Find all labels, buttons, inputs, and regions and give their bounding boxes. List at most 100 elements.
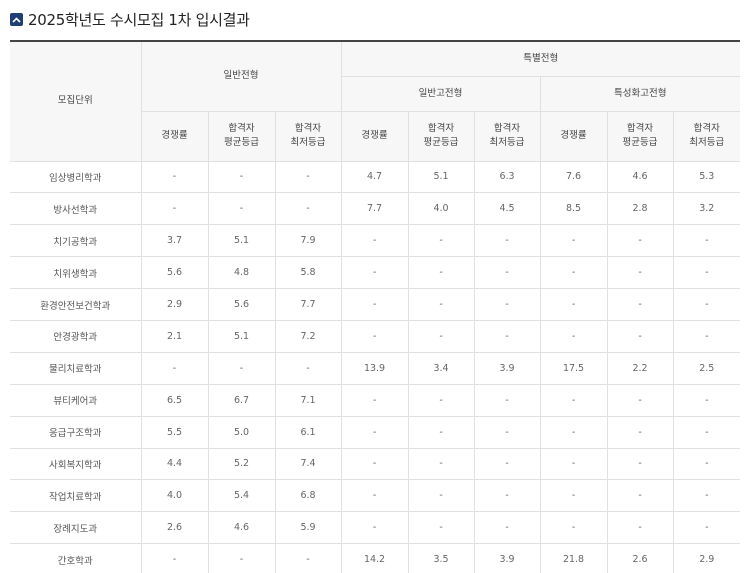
value-cell: - [407, 288, 475, 321]
value-cell: 7.6 [539, 160, 608, 194]
unit-cell: 사회복지학과 [10, 447, 142, 481]
value-cell: - [606, 288, 674, 321]
value-cell: 2.6 [606, 543, 674, 573]
value-cell: - [672, 224, 741, 258]
header-avg-grade: 합격자 평균등급 [207, 110, 276, 162]
value-cell: 4.8 [207, 256, 276, 290]
value-cell: - [340, 447, 409, 481]
value-cell: 4.7 [340, 160, 409, 194]
table-row: 임상병리학과 - - -4.7 5.1 6.3 7.6 4.6 5.3 [10, 160, 741, 194]
value-cell: 2.8 [606, 192, 674, 226]
page-title: 2025학년도 수시모집 1차 입시결과 [28, 10, 250, 29]
header-special-general: 일반고전형 [341, 75, 541, 112]
value-cell: - [606, 447, 674, 481]
value-cell: 7.4 [274, 447, 342, 481]
value-cell: - [473, 511, 541, 545]
unit-cell: 치위생학과 [10, 256, 142, 290]
header-min-grade: 합격자 최저등급 [274, 110, 342, 162]
value-cell: - [407, 511, 475, 545]
value-cell: 6.1 [274, 415, 342, 449]
unit-cell: 작업치료학과 [10, 479, 142, 513]
value-cell: - [539, 224, 608, 258]
value-cell: 5.0 [207, 415, 276, 449]
value-cell: 7.7 [340, 192, 409, 226]
value-cell: - [606, 415, 674, 449]
value-cell: - [207, 160, 276, 194]
value-cell: - [473, 256, 541, 290]
value-cell: 13.9 [340, 351, 409, 385]
unit-cell: 뷰티케어과 [10, 383, 142, 417]
header-special-specialized: 특성화고전형 [539, 75, 741, 112]
value-cell: 5.8 [274, 256, 342, 290]
value-cell: 6.7 [207, 383, 276, 417]
value-cell: - [473, 447, 541, 481]
value-cell: - [672, 479, 741, 513]
header-competition: 경쟁률 [539, 110, 608, 162]
value-cell: - [539, 447, 608, 481]
value-cell: - [407, 256, 475, 290]
value-cell: 4.6 [606, 160, 674, 194]
value-cell: 4.6 [207, 511, 276, 545]
unit-cell: 응급구조학과 [10, 415, 142, 449]
value-cell: 7.9 [274, 224, 342, 258]
value-cell: - [672, 511, 741, 545]
value-cell: 3.9 [473, 543, 541, 573]
value-cell: 3.5 [407, 543, 475, 573]
header-general: 일반전형 [140, 40, 342, 112]
header-avg-grade-line1: 합격자 [427, 123, 455, 134]
value-cell: - [340, 319, 409, 353]
value-cell: - [274, 543, 342, 573]
header-avg-grade-line1: 합격자 [626, 123, 654, 134]
table-row: 치위생학과 5.6 4.8 5.8- - - - - - [10, 256, 741, 290]
value-cell: - [672, 383, 741, 417]
value-cell: 4.0 [140, 479, 209, 513]
value-cell: - [274, 160, 342, 194]
header-min-grade-line1: 합격자 [294, 123, 322, 134]
value-cell: - [606, 224, 674, 258]
unit-cell: 환경안전보건학과 [10, 288, 142, 321]
value-cell: - [340, 511, 409, 545]
admission-results-table: 모집단위 일반전형 특별전형 일반고전형 특성화고전형 경쟁률 합격자 평균등급 합격… [10, 40, 741, 573]
value-cell: - [473, 479, 541, 513]
value-cell: - [340, 383, 409, 417]
value-cell: - [140, 192, 209, 226]
table-body: 임상병리학과 - - -4.7 5.1 6.3 7.6 4.6 5.3 방사선학과 - - -7.7 4.… [10, 160, 741, 573]
chevron-up-icon [10, 12, 23, 26]
value-cell: - [207, 192, 276, 226]
value-cell: - [539, 256, 608, 290]
value-cell: - [407, 415, 475, 449]
value-cell: 5.1 [207, 224, 276, 258]
table-row: 방사선학과 - - -7.7 4.0 4.5 8.5 2.8 3.2 [10, 192, 741, 226]
value-cell: 7.2 [274, 319, 342, 353]
value-cell: - [473, 319, 541, 353]
value-cell: - [539, 479, 608, 513]
header-min-grade: 합격자 최저등급 [473, 110, 541, 162]
value-cell: - [672, 256, 741, 290]
value-cell: 2.5 [672, 351, 741, 385]
value-cell: 14.2 [340, 543, 409, 573]
value-cell: - [606, 479, 674, 513]
unit-cell: 치기공학과 [10, 224, 142, 258]
header-avg-grade-line1: 합격자 [228, 123, 255, 134]
value-cell: 7.1 [274, 383, 342, 417]
value-cell: 6.3 [473, 160, 541, 194]
table-header: 모집단위 일반전형 특별전형 일반고전형 특성화고전형 경쟁률 합격자 평균등급 합격… [10, 40, 741, 162]
value-cell: - [539, 288, 608, 321]
value-cell: - [140, 160, 209, 194]
value-cell: - [672, 415, 741, 449]
value-cell: - [539, 319, 608, 353]
value-cell: 5.3 [672, 160, 741, 194]
value-cell: 4.0 [407, 192, 475, 226]
header-min-grade-line1: 합격자 [693, 123, 720, 134]
unit-cell: 간호학과 [10, 543, 142, 573]
value-cell: 5.9 [274, 511, 342, 545]
value-cell: 5.1 [207, 319, 276, 353]
header-min-grade-line2: 최저등급 [489, 137, 525, 148]
value-cell: 2.2 [606, 351, 674, 385]
header-special: 특별전형 [340, 40, 741, 77]
table-row: 치기공학과 3.7 5.1 7.9- - - - - - [10, 224, 741, 258]
value-cell: - [340, 256, 409, 290]
unit-cell: 물리치료학과 [10, 351, 142, 385]
table-row: 물리치료학과 - - -13.9 3.4 3.9 17.5 2.2 2.5 [10, 351, 741, 385]
value-cell: - [672, 447, 741, 481]
